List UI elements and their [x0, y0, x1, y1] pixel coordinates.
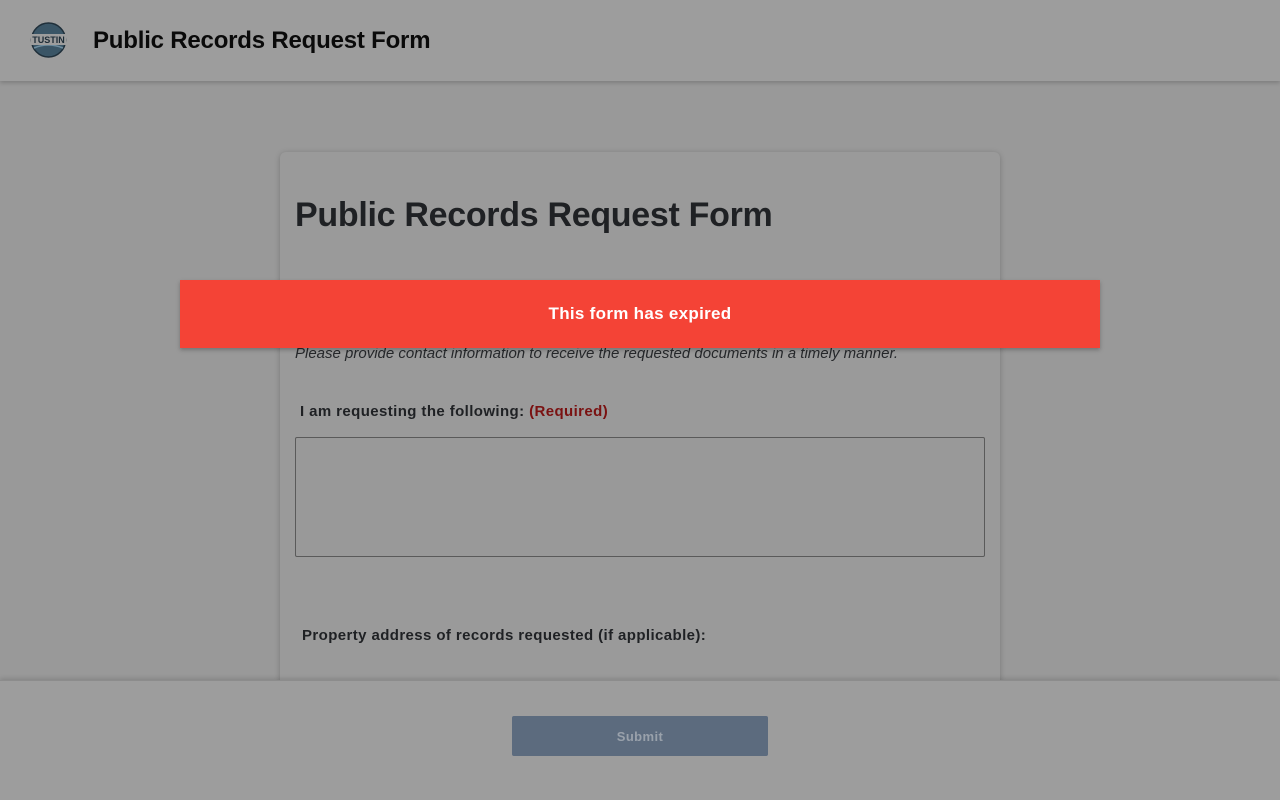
city-logo-icon: TUSTIN	[30, 22, 67, 58]
expired-banner-text: This form has expired	[548, 304, 732, 323]
submit-button[interactable]: Submit	[512, 716, 768, 756]
form-title: Public Records Request Form	[295, 196, 773, 234]
form-footer: Submit	[0, 680, 1280, 800]
request-field-label: I am requesting the following: (Required…	[300, 403, 608, 420]
request-textarea[interactable]	[295, 437, 985, 557]
request-label-text: I am requesting the following:	[300, 403, 525, 420]
form-card: Public Records Request Form Please provi…	[280, 152, 1000, 712]
required-marker: (Required)	[529, 403, 609, 420]
address-field-label: Property address of records requested (i…	[302, 627, 707, 644]
expired-banner: This form has expired	[180, 280, 1100, 348]
svg-text:TUSTIN: TUSTIN	[32, 35, 65, 45]
app-header: TUSTIN Public Records Request Form	[0, 0, 1280, 81]
header-title: Public Records Request Form	[93, 27, 431, 54]
